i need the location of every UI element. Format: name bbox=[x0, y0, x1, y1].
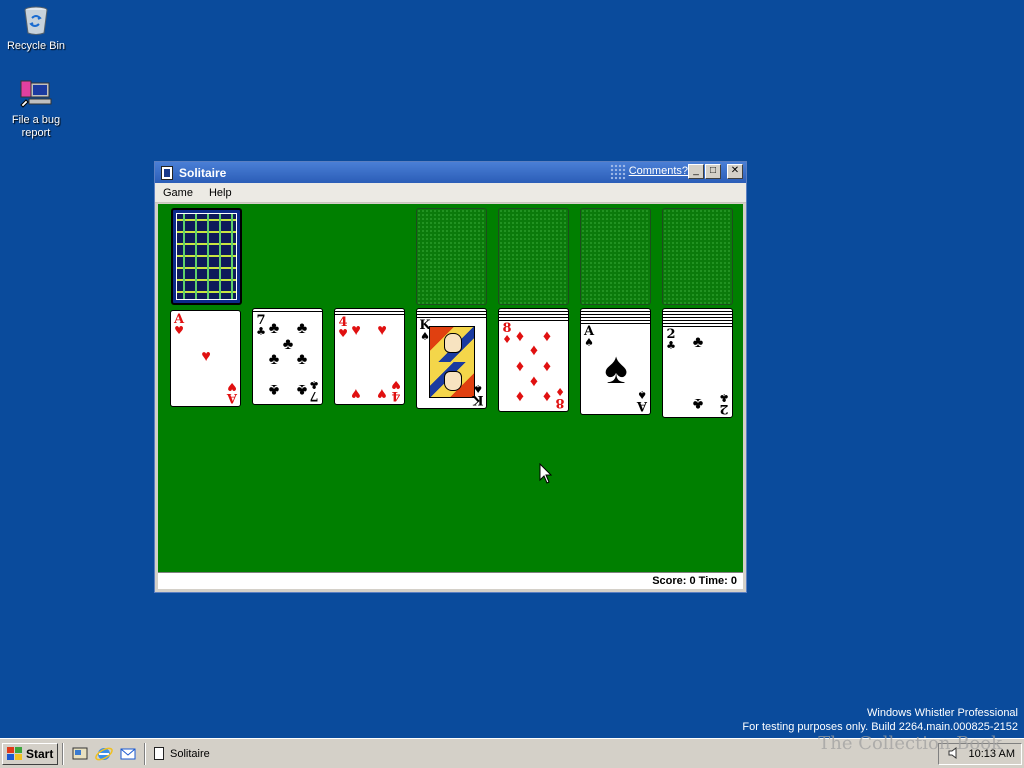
hidden-card-edge bbox=[499, 317, 568, 319]
hidden-card-edge bbox=[581, 320, 650, 322]
foundation-slot-4[interactable] bbox=[662, 208, 733, 305]
desktop-icon-label: File a bug report bbox=[11, 114, 61, 139]
spade-pip-icon: ♠ bbox=[604, 344, 628, 393]
comments-decor-icon bbox=[610, 164, 626, 180]
hidden-card-edge bbox=[663, 320, 732, 322]
solitaire-window: Solitaire Comments? _ □ ✕ Game Help A ♥ ♥… bbox=[154, 161, 747, 593]
show-desktop-icon[interactable] bbox=[71, 745, 89, 763]
card-corner: K ♠ bbox=[472, 382, 484, 407]
club-pip-icon: ♣ bbox=[296, 320, 308, 337]
taskbar-separator bbox=[62, 742, 64, 765]
card-corner: 2 ♣ bbox=[666, 327, 676, 352]
minimize-button[interactable]: _ bbox=[688, 164, 704, 179]
collection-book-watermark: The Collection Book bbox=[818, 733, 1002, 754]
card-corner: A ♥ bbox=[226, 380, 238, 405]
club-pip-icon: ♣ bbox=[296, 351, 308, 368]
desktop-icon-recycle-bin[interactable]: Recycle Bin bbox=[0, 3, 72, 53]
taskbar-separator bbox=[144, 742, 146, 765]
foundation-slot-2[interactable] bbox=[498, 208, 569, 305]
foundation-slot-3[interactable] bbox=[580, 208, 651, 305]
hidden-card-edge bbox=[663, 317, 732, 319]
tableau-card-4[interactable]: K ♠ K ♠ bbox=[416, 308, 487, 409]
title-bar[interactable]: Solitaire Comments? _ □ ✕ bbox=[155, 162, 746, 183]
hidden-card-edge bbox=[499, 314, 568, 316]
desktop-icon-file-bug-report[interactable]: File a bug report bbox=[0, 77, 72, 140]
diamond-pip-icon: ♦ bbox=[529, 342, 539, 359]
window-title: Solitaire bbox=[179, 165, 227, 180]
close-button[interactable]: ✕ bbox=[727, 164, 743, 179]
hidden-card-edge bbox=[581, 311, 650, 313]
hidden-card-edge bbox=[417, 311, 486, 313]
card-corner: A ♥ bbox=[173, 312, 185, 337]
outlook-express-icon[interactable] bbox=[119, 745, 137, 763]
tableau-card-5[interactable]: 8 ♦ ♦ ♦ ♦ ♦ ♦ ♦ ♦ ♦ 8 ♦ bbox=[498, 308, 569, 412]
hidden-card-edge bbox=[581, 314, 650, 316]
mouse-pointer-icon bbox=[539, 463, 553, 484]
status-bar: Score: 0 Time: 0 bbox=[158, 572, 743, 589]
king-face-icon bbox=[429, 326, 475, 398]
hidden-card-edge bbox=[663, 311, 732, 313]
diamond-pip-icon: ♦ bbox=[542, 358, 552, 375]
card-corner: 8 ♦ bbox=[555, 385, 565, 410]
tableau-card-6[interactable]: A ♠ ♠ A ♠ bbox=[580, 308, 651, 415]
internet-explorer-icon[interactable] bbox=[95, 745, 113, 763]
club-pip-icon: ♣ bbox=[692, 395, 704, 412]
windows-logo-icon bbox=[7, 746, 23, 761]
hidden-card-edge bbox=[335, 311, 404, 313]
club-pip-icon: ♣ bbox=[268, 351, 280, 368]
solitaire-app-icon[interactable] bbox=[161, 165, 173, 180]
card-back-pattern bbox=[176, 213, 237, 300]
tableau-card-7[interactable]: 2 ♣ ♣ ♣ 2 ♣ bbox=[662, 308, 733, 418]
hidden-card-edge bbox=[663, 323, 732, 325]
card-corner: A ♠ bbox=[583, 324, 595, 349]
taskbar-button-solitaire[interactable]: Solitaire bbox=[150, 743, 310, 765]
diamond-pip-icon: ♦ bbox=[542, 388, 552, 405]
bug-report-icon bbox=[19, 77, 53, 111]
heart-pip-icon: ♥ bbox=[201, 348, 211, 365]
taskbar-button-label: Solitaire bbox=[170, 747, 210, 760]
diamond-pip-icon: ♦ bbox=[515, 358, 525, 375]
club-pip-icon: ♣ bbox=[282, 336, 294, 353]
foundation-slot-1[interactable] bbox=[416, 208, 487, 305]
club-pip-icon: ♣ bbox=[692, 334, 704, 351]
watermark-line-2: For testing purposes only. Build 2264.ma… bbox=[742, 721, 1018, 733]
solitaire-app-icon bbox=[154, 747, 164, 760]
card-corner: A ♠ bbox=[636, 388, 648, 413]
desktop-icon-label: Recycle Bin bbox=[6, 40, 66, 52]
tableau-card-1[interactable]: A ♥ ♥ A ♥ bbox=[170, 310, 241, 407]
heart-pip-icon: ♥ bbox=[351, 322, 361, 339]
build-watermark: Windows Whistler Professional For testin… bbox=[742, 706, 1018, 734]
tableau-card-2[interactable]: 7 ♣ ♣ ♣ ♣ ♣ ♣ ♣ ♣ 7 ♣ bbox=[252, 308, 323, 405]
heart-pip-icon: ♥ bbox=[377, 322, 387, 339]
menu-game[interactable]: Game bbox=[155, 187, 201, 199]
game-felt[interactable]: A ♥ ♥ A ♥ 7 ♣ ♣ ♣ ♣ ♣ ♣ ♣ ♣ 7 ♣ 4 ♥ ♥ ♥ ♥ ♥ 4… bbox=[158, 204, 743, 573]
club-pip-icon: ♣ bbox=[268, 381, 280, 398]
comments-link[interactable]: Comments? bbox=[629, 165, 688, 177]
card-corner: 7 ♣ bbox=[309, 378, 319, 403]
diamond-pip-icon: ♦ bbox=[529, 373, 539, 390]
menu-bar: Game Help bbox=[155, 183, 746, 203]
club-pip-icon: ♣ bbox=[268, 320, 280, 337]
heart-pip-icon: ♥ bbox=[351, 385, 361, 402]
start-button[interactable]: Start bbox=[2, 742, 58, 765]
heart-pip-icon: ♥ bbox=[377, 385, 387, 402]
diamond-pip-icon: ♦ bbox=[515, 388, 525, 405]
menu-help[interactable]: Help bbox=[201, 187, 240, 199]
card-corner: 4 ♥ bbox=[391, 378, 401, 403]
recycle-bin-icon bbox=[19, 3, 53, 37]
tableau-card-3[interactable]: 4 ♥ ♥ ♥ ♥ ♥ 4 ♥ bbox=[334, 308, 405, 405]
maximize-button[interactable]: □ bbox=[705, 164, 721, 179]
hidden-card-edge bbox=[499, 311, 568, 313]
card-corner: 2 ♣ bbox=[719, 391, 729, 416]
stock-deck[interactable] bbox=[171, 208, 242, 305]
hidden-card-edge bbox=[581, 317, 650, 319]
hidden-card-edge bbox=[417, 314, 486, 316]
start-label: Start bbox=[26, 746, 54, 761]
hidden-card-edge bbox=[663, 314, 732, 316]
watermark-line-1: Windows Whistler Professional bbox=[867, 707, 1018, 719]
